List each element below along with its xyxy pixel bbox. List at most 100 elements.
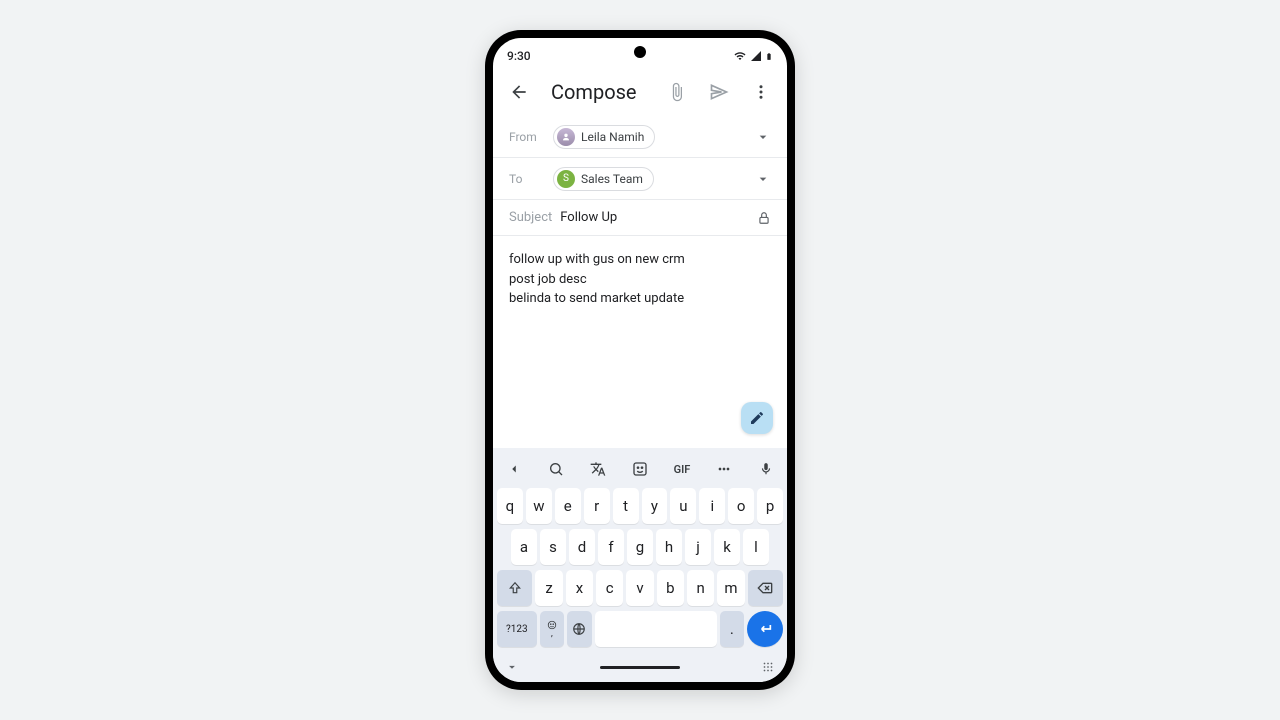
key-emoji[interactable]: , <box>540 611 564 647</box>
from-field[interactable]: From Leila Namih <box>493 116 787 158</box>
from-chip[interactable]: Leila Namih <box>553 125 655 149</box>
enter-icon <box>757 621 773 637</box>
to-name: Sales Team <box>581 172 643 186</box>
kb-mic[interactable] <box>753 456 779 482</box>
status-time: 9:30 <box>507 49 531 63</box>
key-w[interactable]: w <box>526 488 552 524</box>
shift-icon <box>508 581 522 595</box>
to-chip[interactable]: S Sales Team <box>553 167 654 191</box>
nav-bar <box>493 656 787 682</box>
search-icon <box>548 461 564 477</box>
kb-gif[interactable]: GIF <box>669 456 695 482</box>
send-icon <box>709 82 729 102</box>
translate-icon <box>590 461 606 477</box>
key-g[interactable]: g <box>627 529 653 565</box>
more-button[interactable] <box>745 76 777 108</box>
backspace-icon <box>757 580 773 596</box>
chevron-left-icon <box>507 462 521 476</box>
key-m[interactable]: m <box>717 570 744 606</box>
attachment-icon <box>667 82 687 102</box>
key-enter[interactable] <box>747 611 783 647</box>
kb-translate[interactable] <box>585 456 611 482</box>
subject-field[interactable]: Subject Follow Up <box>493 200 787 236</box>
key-l[interactable]: l <box>743 529 769 565</box>
status-icons <box>733 50 773 63</box>
key-i[interactable]: i <box>699 488 725 524</box>
from-name: Leila Namih <box>581 130 644 144</box>
subject-label: Subject <box>509 210 552 225</box>
key-j[interactable]: j <box>685 529 711 565</box>
email-body[interactable]: follow up with gus on new crm post job d… <box>493 236 787 448</box>
kb-collapse[interactable] <box>505 660 519 674</box>
key-f[interactable]: f <box>598 529 624 565</box>
key-symbols[interactable]: ?123 <box>497 611 537 647</box>
screen: 9:30 Compose From <box>493 38 787 682</box>
keyboard-toolbar: GIF <box>493 452 787 486</box>
kb-back[interactable] <box>501 456 527 482</box>
more-vert-icon <box>752 83 770 101</box>
key-b[interactable]: b <box>657 570 684 606</box>
key-u[interactable]: u <box>670 488 696 524</box>
key-a[interactable]: a <box>511 529 537 565</box>
kb-grid[interactable] <box>761 660 775 674</box>
key-p[interactable]: p <box>757 488 783 524</box>
to-field[interactable]: To S Sales Team <box>493 158 787 200</box>
camera-cutout <box>634 46 646 58</box>
key-shift[interactable] <box>497 570 532 606</box>
chevron-down-icon <box>755 129 771 145</box>
kb-sticker[interactable] <box>627 456 653 482</box>
key-backspace[interactable] <box>748 570 783 606</box>
key-c[interactable]: c <box>596 570 623 606</box>
body-line: belinda to send market update <box>509 289 771 309</box>
back-button[interactable] <box>503 76 535 108</box>
key-y[interactable]: y <box>642 488 668 524</box>
grid-icon <box>761 660 775 674</box>
send-button[interactable] <box>703 76 735 108</box>
phone-frame: 9:30 Compose From <box>485 30 795 690</box>
key-v[interactable]: v <box>626 570 653 606</box>
compose-fields: From Leila Namih To S Sales Team <box>493 116 787 236</box>
kb-search[interactable] <box>543 456 569 482</box>
keyboard: GIF q w e r t y u i o p a <box>493 448 787 682</box>
key-r[interactable]: r <box>584 488 610 524</box>
key-h[interactable]: h <box>656 529 682 565</box>
key-x[interactable]: x <box>566 570 593 606</box>
to-label: To <box>509 172 553 186</box>
emoji-icon <box>547 620 557 630</box>
key-period[interactable]: . <box>720 611 744 647</box>
expand-to[interactable] <box>755 171 771 187</box>
arrow-back-icon <box>509 82 529 102</box>
key-space[interactable] <box>595 611 717 647</box>
expand-from[interactable] <box>755 129 771 145</box>
more-horiz-icon <box>716 461 732 477</box>
lock-icon <box>757 211 771 225</box>
body-line: follow up with gus on new crm <box>509 250 771 270</box>
key-s[interactable]: s <box>540 529 566 565</box>
chevron-down-icon <box>505 660 519 674</box>
pencil-sparkle-icon <box>749 410 765 426</box>
key-e[interactable]: e <box>555 488 581 524</box>
wifi-icon <box>733 50 747 62</box>
subject-value: Follow Up <box>560 210 617 225</box>
avatar: S <box>557 170 575 188</box>
avatar <box>557 128 575 146</box>
key-o[interactable]: o <box>728 488 754 524</box>
sticker-icon <box>632 461 648 477</box>
home-indicator[interactable] <box>600 666 680 669</box>
key-n[interactable]: n <box>687 570 714 606</box>
attach-button[interactable] <box>661 76 693 108</box>
key-q[interactable]: q <box>497 488 523 524</box>
key-d[interactable]: d <box>569 529 595 565</box>
app-bar: Compose <box>493 68 787 116</box>
from-label: From <box>509 130 553 144</box>
key-k[interactable]: k <box>714 529 740 565</box>
key-z[interactable]: z <box>535 570 562 606</box>
key-globe[interactable] <box>567 611 591 647</box>
kb-more[interactable] <box>711 456 737 482</box>
magic-compose-button[interactable] <box>741 402 773 434</box>
globe-icon <box>572 622 586 636</box>
key-t[interactable]: t <box>613 488 639 524</box>
battery-icon <box>765 50 773 63</box>
chevron-down-icon <box>755 171 771 187</box>
lock-button[interactable] <box>757 211 771 225</box>
